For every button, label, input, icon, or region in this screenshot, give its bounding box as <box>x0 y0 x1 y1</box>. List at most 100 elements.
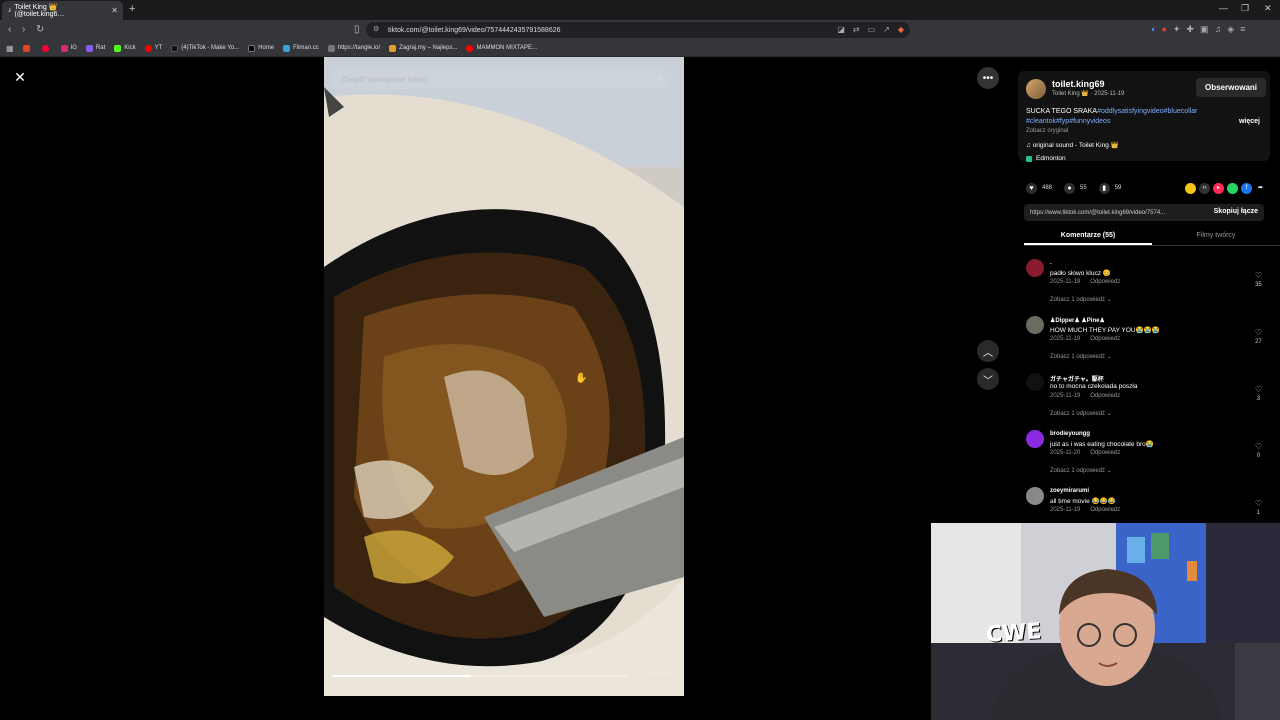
comment-avatar[interactable] <box>1026 316 1044 334</box>
browser-chrome: ♪ Toilet King 👑 (@toilet.king6… ✕ + — ❐ … <box>0 0 1280 57</box>
comment-like-button[interactable]: ♡ 0 <box>1255 442 1262 459</box>
see-original-link[interactable]: Zobacz oryginał <box>1026 128 1068 134</box>
new-tab-button[interactable]: + <box>129 3 135 15</box>
comment-author[interactable]: zoeymirarumi <box>1050 488 1089 494</box>
copy-link-row: https://www.tiktok.com/@toilet.king69/vi… <box>1024 204 1264 221</box>
comment-like-button[interactable]: ♡ 3 <box>1255 385 1262 402</box>
brave-shield-icon[interactable]: ◆ <box>898 25 904 34</box>
next-video-button[interactable]: ﹀ <box>977 368 999 390</box>
tab-title: Toilet King 👑 (@toilet.king6… <box>14 4 65 18</box>
maximize-icon[interactable]: ❐ <box>1241 3 1249 14</box>
search-icon[interactable]: ⌕ <box>658 73 663 84</box>
facebook-icon[interactable]: f <box>1241 182 1252 194</box>
embed-icon[interactable]: ‹› <box>1199 182 1210 194</box>
share-repost-icon[interactable] <box>1185 182 1196 194</box>
comment-like-button[interactable]: ♡ 35 <box>1255 271 1262 288</box>
comment-meta: 2025-11-19 Odpowiedz <box>1050 507 1121 513</box>
comment-author[interactable]: brodieyoungg <box>1050 431 1090 437</box>
author-username[interactable]: toilet.king69 <box>1052 79 1105 89</box>
site-info-icon[interactable]: ⚙ <box>373 25 379 33</box>
view-replies-button[interactable]: Zobacz 1 odpowiedź ⌄ <box>1050 353 1112 360</box>
bookmark-2[interactable] <box>41 44 52 52</box>
bookmark-kick[interactable]: Kick <box>114 44 136 52</box>
view-replies-button[interactable]: Zobacz 1 odpowiedź ⌄ <box>1050 467 1112 474</box>
sidebar-icon[interactable]: ▣ <box>1200 24 1209 35</box>
location-tag[interactable]: Edmonton <box>1026 155 1066 162</box>
whatsapp-icon[interactable] <box>1227 182 1238 194</box>
record-icon[interactable]: ● <box>1161 24 1166 35</box>
puzzle-icon[interactable]: ✚ <box>1186 24 1194 35</box>
video-description: SUCKA TEGO SRAKA#oddlysatisfyingvideo#bl… <box>1026 107 1236 127</box>
comment-like-button[interactable]: ♡ 27 <box>1255 328 1262 345</box>
comment-like-button[interactable]: ♡ 1 <box>1255 499 1262 516</box>
bookmark-rat[interactable]: Rat <box>85 44 105 52</box>
view-replies-button[interactable]: Zobacz 1 odpowiedź ⌄ <box>1050 410 1112 417</box>
related-search-input[interactable]: Znajdź powiązane treści ⌕ <box>332 69 672 89</box>
save-action[interactable]: ▮ 59 <box>1098 182 1121 194</box>
bookmark-home[interactable]: Home <box>248 44 274 52</box>
apps-grid-icon[interactable]: ▦ <box>6 44 14 53</box>
bookmark-filman[interactable]: Filman.cc <box>283 44 319 52</box>
reply-button[interactable]: Odpowiedz <box>1090 507 1120 513</box>
reload-icon[interactable]: ↻ <box>36 24 44 35</box>
comment-action[interactable]: ● 55 <box>1064 182 1087 194</box>
extension-icon[interactable]: ✦ <box>1173 24 1181 35</box>
screenshot-icon[interactable]: ▭ <box>868 25 876 34</box>
window-close-icon[interactable]: ✕ <box>1264 3 1272 14</box>
audio-icon[interactable]: ◖ <box>1150 24 1155 35</box>
comment-avatar[interactable] <box>1026 487 1044 505</box>
bookmark-tiktok[interactable]: (4)TikTok - Make Yo... <box>171 44 239 52</box>
heart-outline-icon: ♡ <box>1254 328 1262 337</box>
like-action[interactable]: ♥ 488 <box>1026 182 1053 194</box>
comment-text: no to mocna czekolada poszła <box>1050 383 1138 390</box>
sound-link[interactable]: ♫ original sound - Toilet King 👑 <box>1026 141 1119 149</box>
more-options-button[interactable]: ••• <box>977 67 999 89</box>
tab-close-icon[interactable]: ✕ <box>111 6 118 15</box>
video-link[interactable]: https://www.tiktok.com/@toilet.king69/vi… <box>1030 210 1165 216</box>
comment-avatar[interactable] <box>1026 259 1044 277</box>
tab-creator-videos[interactable]: Filmy twórcy <box>1152 229 1280 245</box>
reply-button[interactable]: Odpowiedz <box>1090 279 1120 285</box>
address-bar[interactable]: ⚙ tiktok.com/@toilet.king69/video/757444… <box>366 22 910 38</box>
share-buttons: ‹› ▸ f ➦ <box>1185 182 1266 194</box>
back-icon[interactable]: ‹ <box>8 24 11 35</box>
share-arrow-icon[interactable]: ➦ <box>1255 183 1266 194</box>
forward-icon[interactable]: › <box>22 24 25 35</box>
likes-count: 488 <box>1042 185 1053 191</box>
browser-tab[interactable]: ♪ Toilet King 👑 (@toilet.king6… ✕ <box>2 1 123 20</box>
minimize-icon[interactable]: — <box>1219 3 1228 13</box>
reply-button[interactable]: Odpowiedz <box>1090 336 1120 342</box>
share-icon[interactable]: ↗ <box>883 25 890 34</box>
video-progress-bar[interactable] <box>332 675 628 677</box>
shirt-text: CWE <box>985 619 1043 648</box>
copy-link-button[interactable]: Skopiuj łącze <box>1214 208 1258 215</box>
comment-author[interactable]: ♟Dipper♟ ♟Pine♟ <box>1050 317 1105 324</box>
tab-comments[interactable]: Komentarze (55) <box>1024 229 1152 245</box>
view-replies-button[interactable]: Zobacz 1 odpowiedź ⌄ <box>1050 296 1112 303</box>
video-player[interactable]: Znajdź powiązane treści ⌕ 00:21/00:48 <box>324 57 684 696</box>
cast-icon[interactable]: ◪ <box>837 25 845 34</box>
bookmark-ig[interactable]: IG <box>60 44 77 52</box>
reply-button[interactable]: Odpowiedz <box>1090 393 1120 399</box>
reply-button[interactable]: Odpowiedz <box>1090 450 1120 456</box>
follow-button[interactable]: Obserwowani <box>1195 78 1266 97</box>
author-avatar[interactable] <box>1026 79 1046 99</box>
translate-icon[interactable]: ⇄ <box>853 25 860 34</box>
bookmark-tangle[interactable]: https://tangle.io/ <box>327 44 380 52</box>
music-icon[interactable]: ♫ <box>1214 24 1221 35</box>
comment-avatar[interactable] <box>1026 430 1044 448</box>
bookmark-yt[interactable]: YT <box>144 44 162 52</box>
close-video-button[interactable]: ✕ <box>10 67 30 87</box>
comment-avatar[interactable] <box>1026 373 1044 391</box>
comment-author[interactable]: ガチャガチャ。駆杯 <box>1050 374 1104 383</box>
bookmark-1[interactable] <box>22 44 33 52</box>
previous-video-button[interactable]: ︿ <box>977 340 999 362</box>
bookmark-mammon[interactable]: MAMMON MIXTAPE... <box>466 44 537 52</box>
bookmark-zagraj[interactable]: Zagraj.my – Najleps... <box>389 44 457 52</box>
menu-icon[interactable]: ≡ <box>1240 24 1245 35</box>
wallet-icon[interactable]: ◈ <box>1227 24 1234 35</box>
comment-author[interactable]: . <box>1050 260 1052 266</box>
bookmark-page-icon[interactable]: ▯ <box>354 24 360 35</box>
more-description-button[interactable]: więcej <box>1239 118 1260 125</box>
send-icon[interactable]: ▸ <box>1213 182 1224 194</box>
